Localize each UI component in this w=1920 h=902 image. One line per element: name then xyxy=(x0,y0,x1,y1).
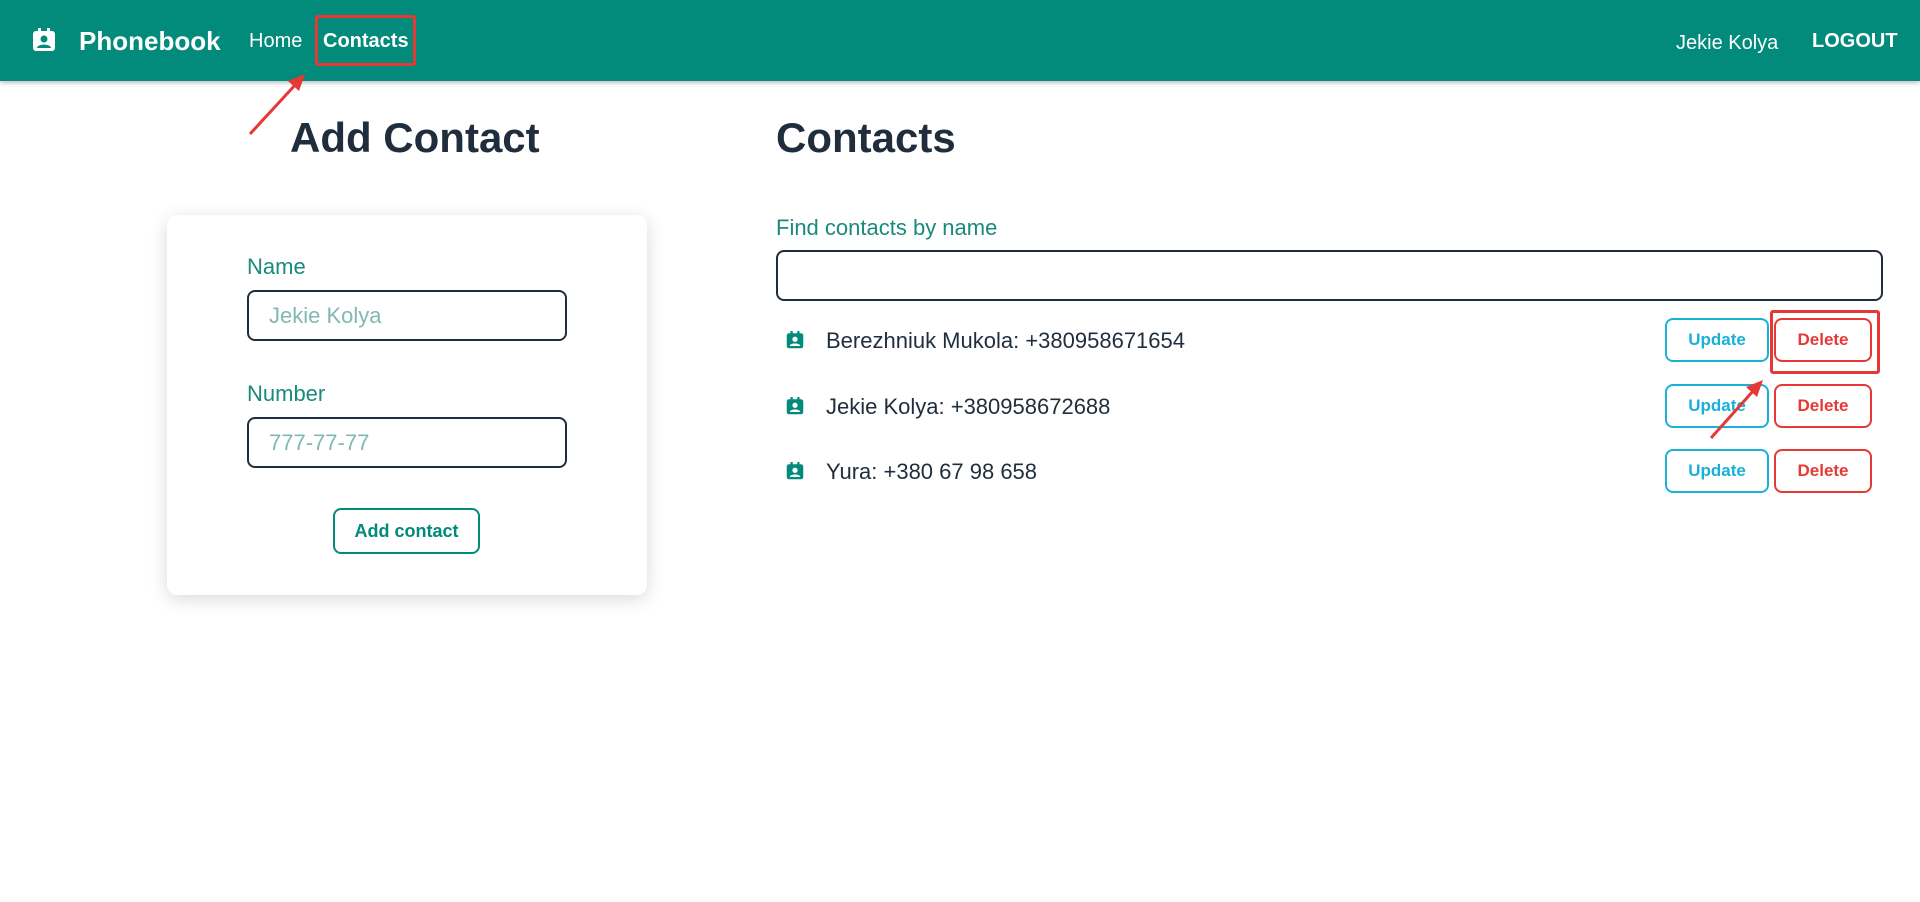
contact-text: Yura: +380 67 98 658 xyxy=(826,459,1038,484)
contact-badge-icon xyxy=(786,462,804,480)
contact-item: Yura: +380 67 98 658 Update Delete xyxy=(776,449,1880,493)
contact-badge-icon xyxy=(786,397,804,415)
name-label: Name xyxy=(247,254,306,279)
app-bar: Phonebook Home Contacts Jekie Kolya LOGO… xyxy=(0,0,1920,81)
delete-button[interactable]: Delete xyxy=(1774,449,1872,493)
filter-label: Find contacts by name xyxy=(776,215,998,240)
update-button[interactable]: Update xyxy=(1665,318,1769,362)
number-input[interactable] xyxy=(247,417,567,468)
contact-item: Berezhniuk Mukola: +380958671654 Update … xyxy=(776,318,1880,362)
number-label: Number xyxy=(247,381,326,406)
contacts-title: Contacts xyxy=(776,114,956,161)
contacts-highlight-box xyxy=(315,15,416,66)
contact-text: Jekie Kolya: +380958672688 xyxy=(826,394,1111,419)
update-button[interactable]: Update xyxy=(1665,449,1769,493)
brand-title[interactable]: Phonebook xyxy=(79,26,221,57)
logout-button[interactable]: LOGOUT xyxy=(1812,30,1898,53)
contact-text: Berezhniuk Mukola: +380958671654 xyxy=(826,328,1185,353)
user-name: Jekie Kolya xyxy=(1676,32,1779,54)
add-contact-title: Add Contact xyxy=(290,114,540,161)
delete-button[interactable]: Delete xyxy=(1774,384,1872,428)
filter-input[interactable] xyxy=(776,250,1883,301)
contact-item: Jekie Kolya: +380958672688 Update Delete xyxy=(776,384,1880,428)
name-input[interactable] xyxy=(247,290,567,341)
update-button[interactable]: Update xyxy=(1665,384,1769,428)
contact-badge-icon xyxy=(786,331,804,349)
nav-home-link[interactable]: Home xyxy=(249,30,302,53)
delete-highlight-box xyxy=(1770,310,1880,374)
contact-badge-icon xyxy=(33,28,55,51)
add-contact-button[interactable]: Add contact xyxy=(333,508,480,554)
